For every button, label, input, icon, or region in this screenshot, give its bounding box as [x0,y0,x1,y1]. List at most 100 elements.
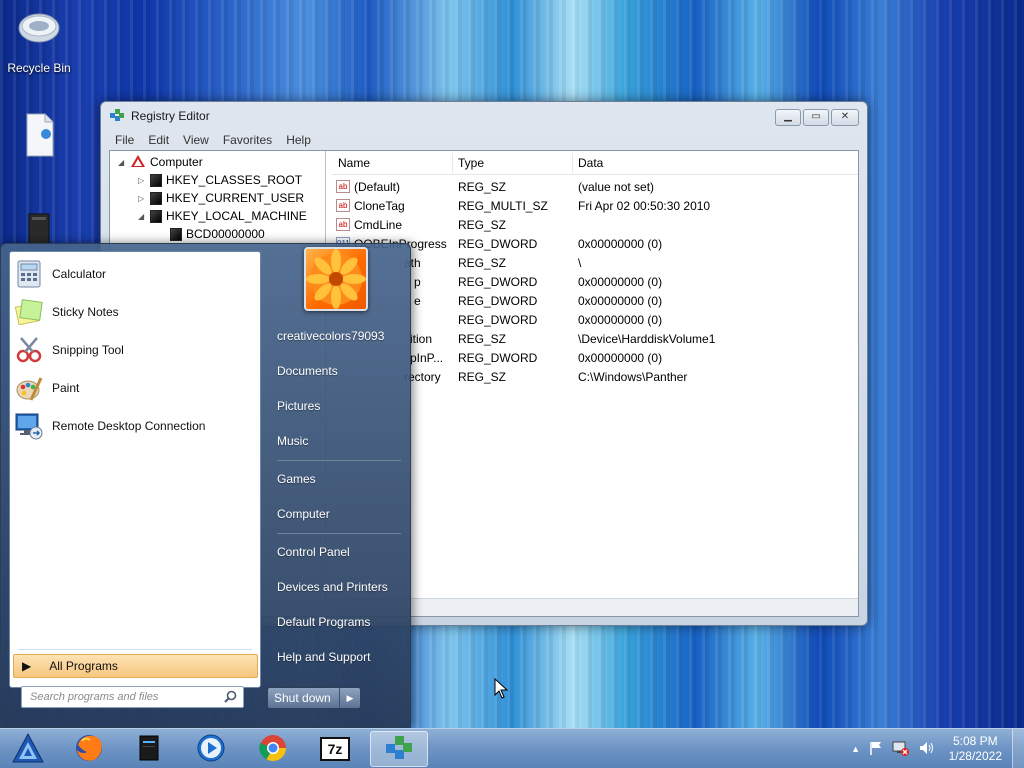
value-name: CloneTag [354,199,405,213]
program-sticky-notes[interactable]: Sticky Notes [14,294,258,330]
menu-bar: File Edit View Favorites Help [101,130,867,150]
network-icon[interactable] [892,740,910,759]
value-data: 0x00000000 (0) [578,313,663,327]
regedit-icon [384,733,414,766]
system-tray: ▲ [851,729,934,768]
start-menu: Calculator Sticky Notes Snipping Tool Pa… [0,243,411,728]
start-link-devices-printers[interactable]: Devices and Printers [267,573,401,601]
user-avatar[interactable] [304,247,368,311]
start-menu-programs-pane: Calculator Sticky Notes Snipping Tool Pa… [9,251,261,688]
column-header-type[interactable]: Type [458,156,484,170]
search-icon[interactable] [224,690,237,706]
start-link-games[interactable]: Games [267,465,401,493]
divider [277,460,401,461]
taskbar-media-player[interactable] [184,731,238,767]
computer-icon [130,154,146,171]
value-type: REG_SZ [458,332,507,346]
value-data: \Device\HarddiskVolume1 [578,332,716,346]
menu-edit[interactable]: Edit [148,133,169,147]
tree-item-hkcu[interactable]: ▷ HKEY_CURRENT_USER [138,189,304,207]
tree-item-computer[interactable]: ◢ Computer [118,153,203,171]
value-type: REG_SZ [458,370,507,384]
clock-date: 1/28/2022 [948,749,1002,763]
expand-arrow-icon[interactable]: ▷ [138,176,146,185]
program-paint[interactable]: Paint [14,370,258,406]
program-calculator[interactable]: Calculator [14,256,258,292]
taskbar-chrome[interactable] [246,731,300,767]
menu-file[interactable]: File [115,133,134,147]
menu-favorites[interactable]: Favorites [223,133,272,147]
value-name: (Default) [354,180,401,194]
show-hidden-icons-icon[interactable]: ▲ [851,744,860,754]
all-programs-label: All Programs [49,659,118,673]
taskbar-firefox[interactable] [62,731,116,767]
search-placeholder: Search programs and files [30,691,159,703]
desktop-document-shortcut[interactable] [4,112,74,165]
collapse-arrow-icon[interactable]: ◢ [118,158,126,167]
start-link-default-programs[interactable]: Default Programs [267,608,401,636]
program-remote-desktop[interactable]: Remote Desktop Connection [14,408,258,444]
maximize-icon: ▭ [811,111,821,122]
start-link-documents[interactable]: Documents [267,357,401,385]
clock-time: 5:08 PM [952,734,998,748]
table-row[interactable]: ab CmdLine REG_SZ [332,215,858,234]
shutdown-options-arrow-icon[interactable]: ▶ [340,688,360,708]
tree-item-hkcr[interactable]: ▷ HKEY_CLASSES_ROOT [138,171,302,189]
show-desktop-button[interactable] [1012,729,1024,768]
tree-item-bcd[interactable]: BCD00000000 [170,225,265,243]
expand-arrow-icon[interactable]: ▷ [138,194,146,203]
action-center-flag-icon[interactable] [868,740,884,759]
program-snipping-tool[interactable]: Snipping Tool [14,332,258,368]
value-type: REG_DWORD [458,294,538,308]
recycle-bin[interactable]: Recycle Bin [4,6,74,75]
column-header-data[interactable]: Data [578,156,603,170]
value-name: ition [410,332,433,346]
snipping-tool-icon [14,335,44,365]
folder-icon [150,191,162,205]
value-data: Fri Apr 02 00:50:30 2010 [578,199,711,213]
triangle-right-icon: ▶ [22,659,32,673]
value-type: REG_SZ [458,256,507,270]
close-button[interactable]: ✕ [831,109,859,126]
title-bar[interactable]: Registry Editor [101,102,867,130]
column-header-name[interactable]: Name [338,156,370,170]
list-header: Name Type Data [332,151,858,175]
start-link-computer[interactable]: Computer [267,500,401,528]
menu-help[interactable]: Help [286,133,311,147]
all-programs-button[interactable]: ▶ All Programs [13,654,258,678]
divider [18,649,252,650]
paint-icon [14,373,44,403]
value-name: pInP... [410,351,444,365]
tree-item-hklm[interactable]: ◢ HKEY_LOCAL_MACHINE [138,207,307,225]
value-data: (value not set) [578,180,655,194]
value-name: p [414,275,421,289]
value-name: CmdLine [354,218,403,232]
start-link-control-panel[interactable]: Control Panel [267,538,401,566]
maximize-button[interactable]: ▭ [803,109,829,126]
start-link-help-support[interactable]: Help and Support [267,643,401,671]
collapse-arrow-icon[interactable]: ◢ [138,212,146,221]
minimize-icon: ▁ [784,111,792,122]
volume-icon[interactable] [918,740,934,759]
menu-view[interactable]: View [183,133,209,147]
value-type: REG_DWORD [458,237,538,251]
start-link-music[interactable]: Music [267,427,401,455]
minimize-button[interactable]: ▁ [775,109,801,126]
taskbar: 7z ▲ 5:08 PM 1/28/2022 [0,728,1024,768]
taskbar-7zip[interactable]: 7z [308,731,362,767]
table-row[interactable]: ab (Default) REG_SZ (value not set) [332,177,858,196]
search-input[interactable]: Search programs and files [21,686,244,708]
table-row[interactable]: ab CloneTag REG_MULTI_SZ Fri Apr 02 00:5… [332,196,858,215]
taskbar-drive[interactable] [122,731,176,767]
value-data: \ [578,256,582,270]
value-data: 0x00000000 (0) [578,237,663,251]
clock[interactable]: 5:08 PM 1/28/2022 [949,734,1002,764]
tree-item-label: HKEY_CURRENT_USER [166,191,305,205]
program-label: Sticky Notes [52,305,119,319]
program-label: Paint [52,381,80,395]
start-link-username[interactable]: creativecolors79093 [267,322,401,350]
taskbar-regedit[interactable] [370,731,428,767]
start-button[interactable] [2,731,54,767]
shutdown-button[interactable]: Shut down [268,688,340,708]
start-link-pictures[interactable]: Pictures [267,392,401,420]
